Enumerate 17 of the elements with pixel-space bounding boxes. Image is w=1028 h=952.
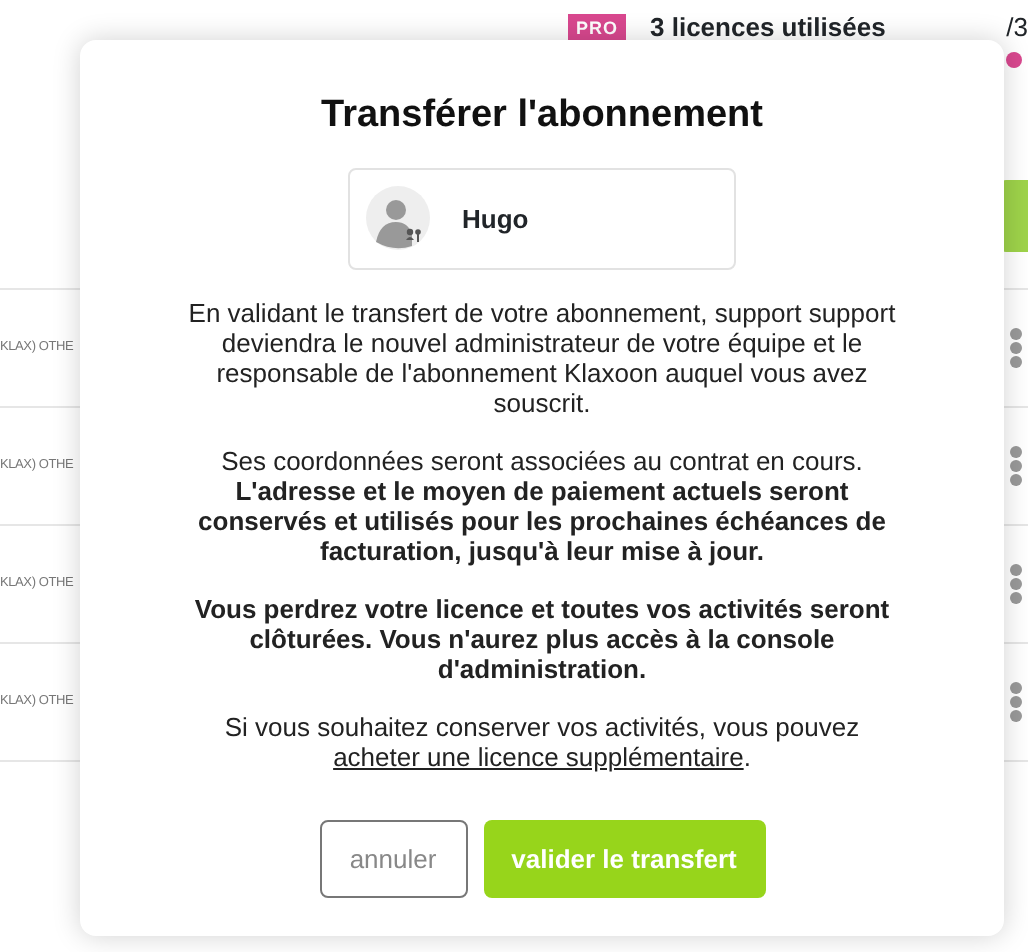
more-icon[interactable] xyxy=(1008,680,1024,724)
paragraph: Vous perdrez votre licence et toutes vos activités seront clôturées. Vous n'aurez plus accès à la console d'administration. xyxy=(192,593,892,684)
paragraph: En validant le transfert de votre abonnement, support support deviendra le nouvel administrateur de votre équipe et le responsable de l'abonnement Klaxoon auquel vous avez souscrit. xyxy=(186,297,898,418)
license-count: /3 xyxy=(1006,14,1028,42)
user-name: Hugo xyxy=(462,201,529,238)
more-icon[interactable] xyxy=(1008,444,1024,488)
paragraph: Ses coordonnées seront associées au contrat en cours. L'adresse et le moyen de paiement actuels seront conservés et utilisés pour les prochaines échéances de facturation, jusqu'à leur mise à jour. xyxy=(196,445,888,566)
cancel-button[interactable]: annuler xyxy=(319,819,467,898)
progress-dot xyxy=(1006,52,1022,68)
more-icon[interactable] xyxy=(1008,326,1024,370)
dialog-title: Transférer l'abonnement xyxy=(319,94,765,140)
pro-badge: PRO xyxy=(568,13,627,43)
buy-license-link[interactable]: acheter une licence supplémentaire xyxy=(333,741,744,772)
avatar-icon xyxy=(366,186,430,251)
more-icon[interactable] xyxy=(1008,562,1024,606)
note-paragraph: Si vous souhaitez conserver vos activités, vous pouvez acheter une licence supplémentaire. xyxy=(222,711,862,772)
licenses-label: 3 licences utilisées xyxy=(650,14,888,42)
